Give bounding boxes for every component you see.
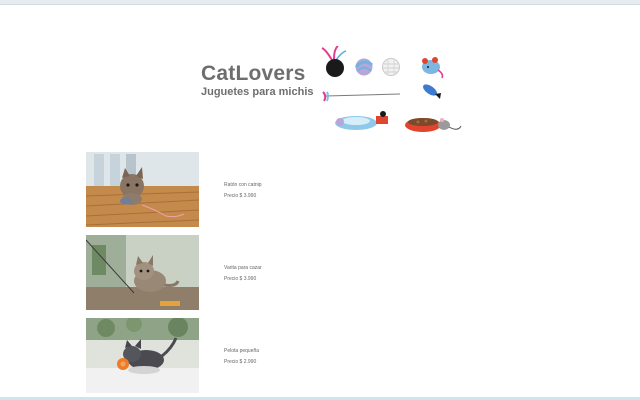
- product-list: Ratón con catnip Precio $ 3.990 Varita p…: [86, 152, 406, 400]
- product-price: Precio $ 3.990: [224, 193, 257, 199]
- product-item: Ratón con catnip Precio $ 3.990: [86, 152, 406, 227]
- product-name: Varita para cazar: [224, 265, 262, 271]
- browser-top-strip: [0, 0, 640, 5]
- product-item: Pelota pequeña Precio $ 2.990: [86, 318, 406, 393]
- product-item: Varita para cazar Precio $ 3.990: [86, 235, 406, 310]
- product-photo-kitten-ball[interactable]: [86, 318, 199, 393]
- product-photo-kitten-wand[interactable]: [86, 235, 199, 310]
- product-name: Ratón con catnip: [224, 182, 262, 188]
- feather-wand-icon: [322, 91, 401, 102]
- product-photo-kitten-mouse[interactable]: [86, 152, 199, 227]
- knit-ball-toy-icon: [382, 58, 400, 76]
- feather-ball-toy-icon: [321, 46, 347, 77]
- brand-header: CatLovers Juguetes para michis: [201, 62, 314, 99]
- hero-toys-image: [321, 46, 462, 132]
- site-title: CatLovers: [201, 62, 306, 85]
- food-bowl-mouse-icon: [405, 118, 462, 132]
- product-price: Precio $ 3.990: [224, 276, 257, 282]
- ball-track-toy-icon: [335, 111, 388, 130]
- yarn-ball-toy-icon: [354, 58, 373, 76]
- site-subtitle: Juguetes para michis: [201, 86, 314, 98]
- product-name: Pelota pequeña: [224, 348, 260, 354]
- page: CatLovers Juguetes para michis Ratón con…: [0, 0, 640, 400]
- toy-mouse-icon: [422, 57, 444, 79]
- product-price: Precio $ 2.990: [224, 359, 257, 365]
- fish-toy-icon: [423, 84, 441, 99]
